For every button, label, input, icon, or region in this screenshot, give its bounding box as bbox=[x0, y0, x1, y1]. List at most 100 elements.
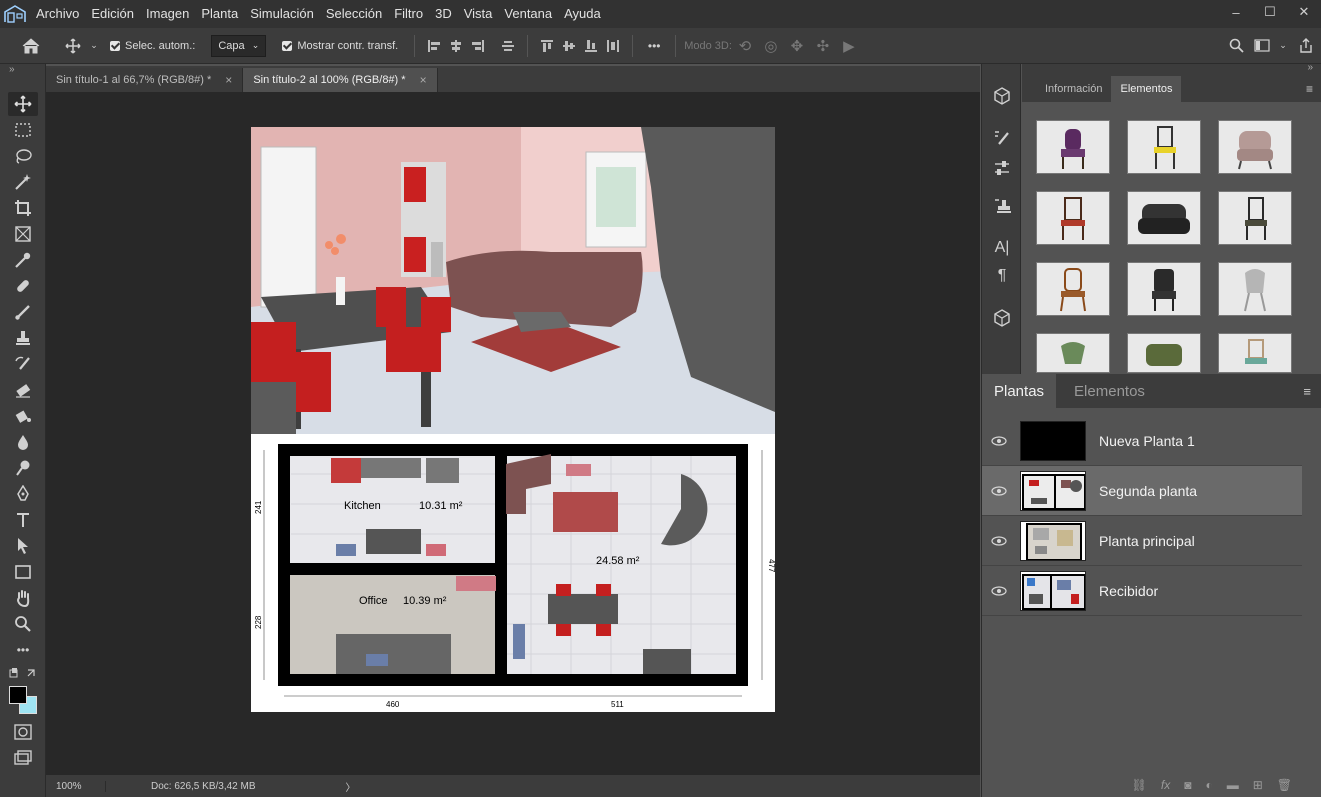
move-tool-icon[interactable] bbox=[62, 28, 84, 64]
3d-cube-icon[interactable] bbox=[990, 306, 1014, 330]
layer-row[interactable]: Planta principal bbox=[982, 516, 1302, 566]
align-middle-icon[interactable] bbox=[497, 28, 519, 64]
layer-row[interactable]: Nueva Planta 1 bbox=[982, 416, 1302, 466]
visibility-eye-icon[interactable] bbox=[982, 485, 1016, 496]
blur-tool-button[interactable] bbox=[8, 430, 38, 454]
folder-icon[interactable]: ▬ bbox=[1227, 778, 1239, 792]
maximize-button[interactable]: ☐ bbox=[1253, 0, 1287, 24]
chevron-down-icon[interactable]: ⌄ bbox=[84, 28, 104, 64]
minimize-button[interactable]: – bbox=[1219, 0, 1253, 24]
screen-mode-icon[interactable] bbox=[8, 746, 38, 770]
align-right-icon[interactable] bbox=[467, 28, 489, 64]
brush-tool-button[interactable] bbox=[8, 300, 38, 324]
more-tools-icon[interactable]: ••• bbox=[8, 638, 38, 662]
close-button[interactable]: ✕ bbox=[1287, 0, 1321, 24]
camera-3d-icon[interactable]: ▶ bbox=[836, 28, 862, 64]
panel-menu-icon[interactable]: ≡ bbox=[1306, 82, 1313, 96]
zoom-level[interactable]: 100% bbox=[46, 780, 106, 792]
history-brush-tool-button[interactable] bbox=[8, 352, 38, 376]
visibility-eye-icon[interactable] bbox=[982, 435, 1016, 446]
clone-source-icon[interactable] bbox=[990, 194, 1014, 218]
mask-icon[interactable]: ◙ bbox=[1184, 778, 1191, 792]
eraser-tool-button[interactable] bbox=[8, 378, 38, 402]
adjustment-layer-icon[interactable]: ◐ bbox=[1205, 778, 1212, 792]
quick-mask-icon[interactable] bbox=[8, 720, 38, 744]
new-layer-icon[interactable]: ⊞ bbox=[1253, 778, 1263, 792]
foreground-color-swatch[interactable] bbox=[9, 686, 27, 704]
share-icon[interactable] bbox=[1291, 28, 1321, 64]
fx-icon[interactable]: fx bbox=[1161, 778, 1170, 792]
adjustments-icon[interactable] bbox=[990, 156, 1014, 180]
menu-filtro[interactable]: Filtro bbox=[388, 0, 429, 28]
align-vcenter-icon[interactable] bbox=[558, 28, 580, 64]
rotate-3d-icon[interactable]: ⟲ bbox=[732, 28, 758, 64]
chair-thumbnail[interactable] bbox=[1036, 333, 1110, 373]
type-tool-button[interactable] bbox=[8, 508, 38, 532]
document-canvas[interactable]: Kitchen 10.31 m² Office 10.39 m² 24.58 m… bbox=[251, 127, 775, 712]
marquee-tool-button[interactable] bbox=[8, 118, 38, 142]
zoom-tool-button[interactable] bbox=[8, 612, 38, 636]
app-logo-icon[interactable] bbox=[0, 0, 30, 28]
auto-select-dropdown[interactable]: Capa ⌄ bbox=[211, 34, 267, 57]
layer-row[interactable]: Segunda planta bbox=[982, 466, 1302, 516]
3d-object-icon[interactable] bbox=[990, 84, 1014, 108]
path-selection-tool-button[interactable] bbox=[8, 534, 38, 558]
chair-thumbnail[interactable] bbox=[1218, 191, 1292, 245]
armchair-thumbnail[interactable] bbox=[1127, 333, 1201, 373]
toolbar-collapse-icon[interactable]: » bbox=[9, 64, 15, 75]
chair-thumbnail[interactable] bbox=[1036, 120, 1110, 174]
close-icon[interactable]: × bbox=[225, 73, 232, 87]
paragraph-icon[interactable]: ¶ bbox=[990, 264, 1014, 288]
brush-settings-icon[interactable] bbox=[990, 126, 1014, 150]
chair-thumbnail[interactable] bbox=[1218, 333, 1292, 373]
healing-brush-tool-button[interactable] bbox=[8, 274, 38, 298]
visibility-eye-icon[interactable] bbox=[982, 585, 1016, 596]
home-icon[interactable] bbox=[0, 28, 62, 64]
menu-simulacion[interactable]: Simulación bbox=[244, 0, 320, 28]
status-arrow-icon[interactable]: 〉 bbox=[346, 779, 356, 794]
tab-plantas[interactable]: Plantas bbox=[982, 374, 1057, 408]
trash-icon[interactable]: 🗑 bbox=[1277, 778, 1292, 792]
pen-tool-button[interactable] bbox=[8, 482, 38, 506]
chevron-down-icon[interactable]: ⌄ bbox=[1275, 28, 1291, 64]
tab-document-2[interactable]: Sin título-2 al 100% (RGB/8#) * × bbox=[243, 68, 438, 92]
canvas-area[interactable]: Kitchen 10.31 m² Office 10.39 m² 24.58 m… bbox=[46, 92, 980, 775]
chair-thumbnail[interactable] bbox=[1127, 262, 1201, 316]
distribute-icon[interactable] bbox=[602, 28, 624, 64]
search-icon[interactable] bbox=[1223, 28, 1249, 64]
pan-3d-icon[interactable]: ✥ bbox=[784, 28, 810, 64]
paint-bucket-tool-button[interactable] bbox=[8, 404, 38, 428]
tab-elementos-layers[interactable]: Elementos bbox=[1056, 374, 1163, 408]
align-center-icon[interactable] bbox=[445, 28, 467, 64]
menu-ayuda[interactable]: Ayuda bbox=[558, 0, 607, 28]
menu-seleccion[interactable]: Selección bbox=[320, 0, 388, 28]
tab-document-1[interactable]: Sin título-1 al 66,7% (RGB/8#) * × bbox=[46, 68, 244, 92]
stamp-tool-button[interactable] bbox=[8, 326, 38, 350]
chair-thumbnail[interactable] bbox=[1127, 120, 1201, 174]
auto-select-checkbox[interactable]: Selec. autom.: bbox=[110, 40, 195, 52]
align-left-icon[interactable] bbox=[423, 28, 445, 64]
workspace-icon[interactable] bbox=[1249, 28, 1275, 64]
dodge-tool-button[interactable] bbox=[8, 456, 38, 480]
menu-ventana[interactable]: Ventana bbox=[498, 0, 558, 28]
slide-3d-icon[interactable]: ✣ bbox=[810, 28, 836, 64]
character-icon[interactable]: A| bbox=[990, 236, 1014, 260]
menu-planta[interactable]: Planta bbox=[195, 0, 244, 28]
armchair-thumbnail[interactable] bbox=[1218, 120, 1292, 174]
tab-informacion[interactable]: Información bbox=[1036, 76, 1111, 102]
menu-archivo[interactable]: Archivo bbox=[30, 0, 85, 28]
layer-row[interactable]: Recibidor bbox=[982, 566, 1302, 616]
crop-tool-button[interactable] bbox=[8, 196, 38, 220]
eyedropper-tool-button[interactable] bbox=[8, 248, 38, 272]
chair-thumbnail[interactable] bbox=[1036, 191, 1110, 245]
chair-thumbnail[interactable] bbox=[1036, 262, 1110, 316]
hand-tool-button[interactable] bbox=[8, 586, 38, 610]
align-top-icon[interactable] bbox=[536, 28, 558, 64]
align-bottom-icon[interactable] bbox=[580, 28, 602, 64]
menu-3d[interactable]: 3D bbox=[429, 0, 458, 28]
armchair-thumbnail[interactable] bbox=[1127, 191, 1201, 245]
visibility-eye-icon[interactable] bbox=[982, 535, 1016, 546]
panel-collapse-icon[interactable]: » bbox=[1307, 62, 1313, 73]
frame-tool-button[interactable] bbox=[8, 222, 38, 246]
close-icon[interactable]: × bbox=[420, 73, 427, 87]
